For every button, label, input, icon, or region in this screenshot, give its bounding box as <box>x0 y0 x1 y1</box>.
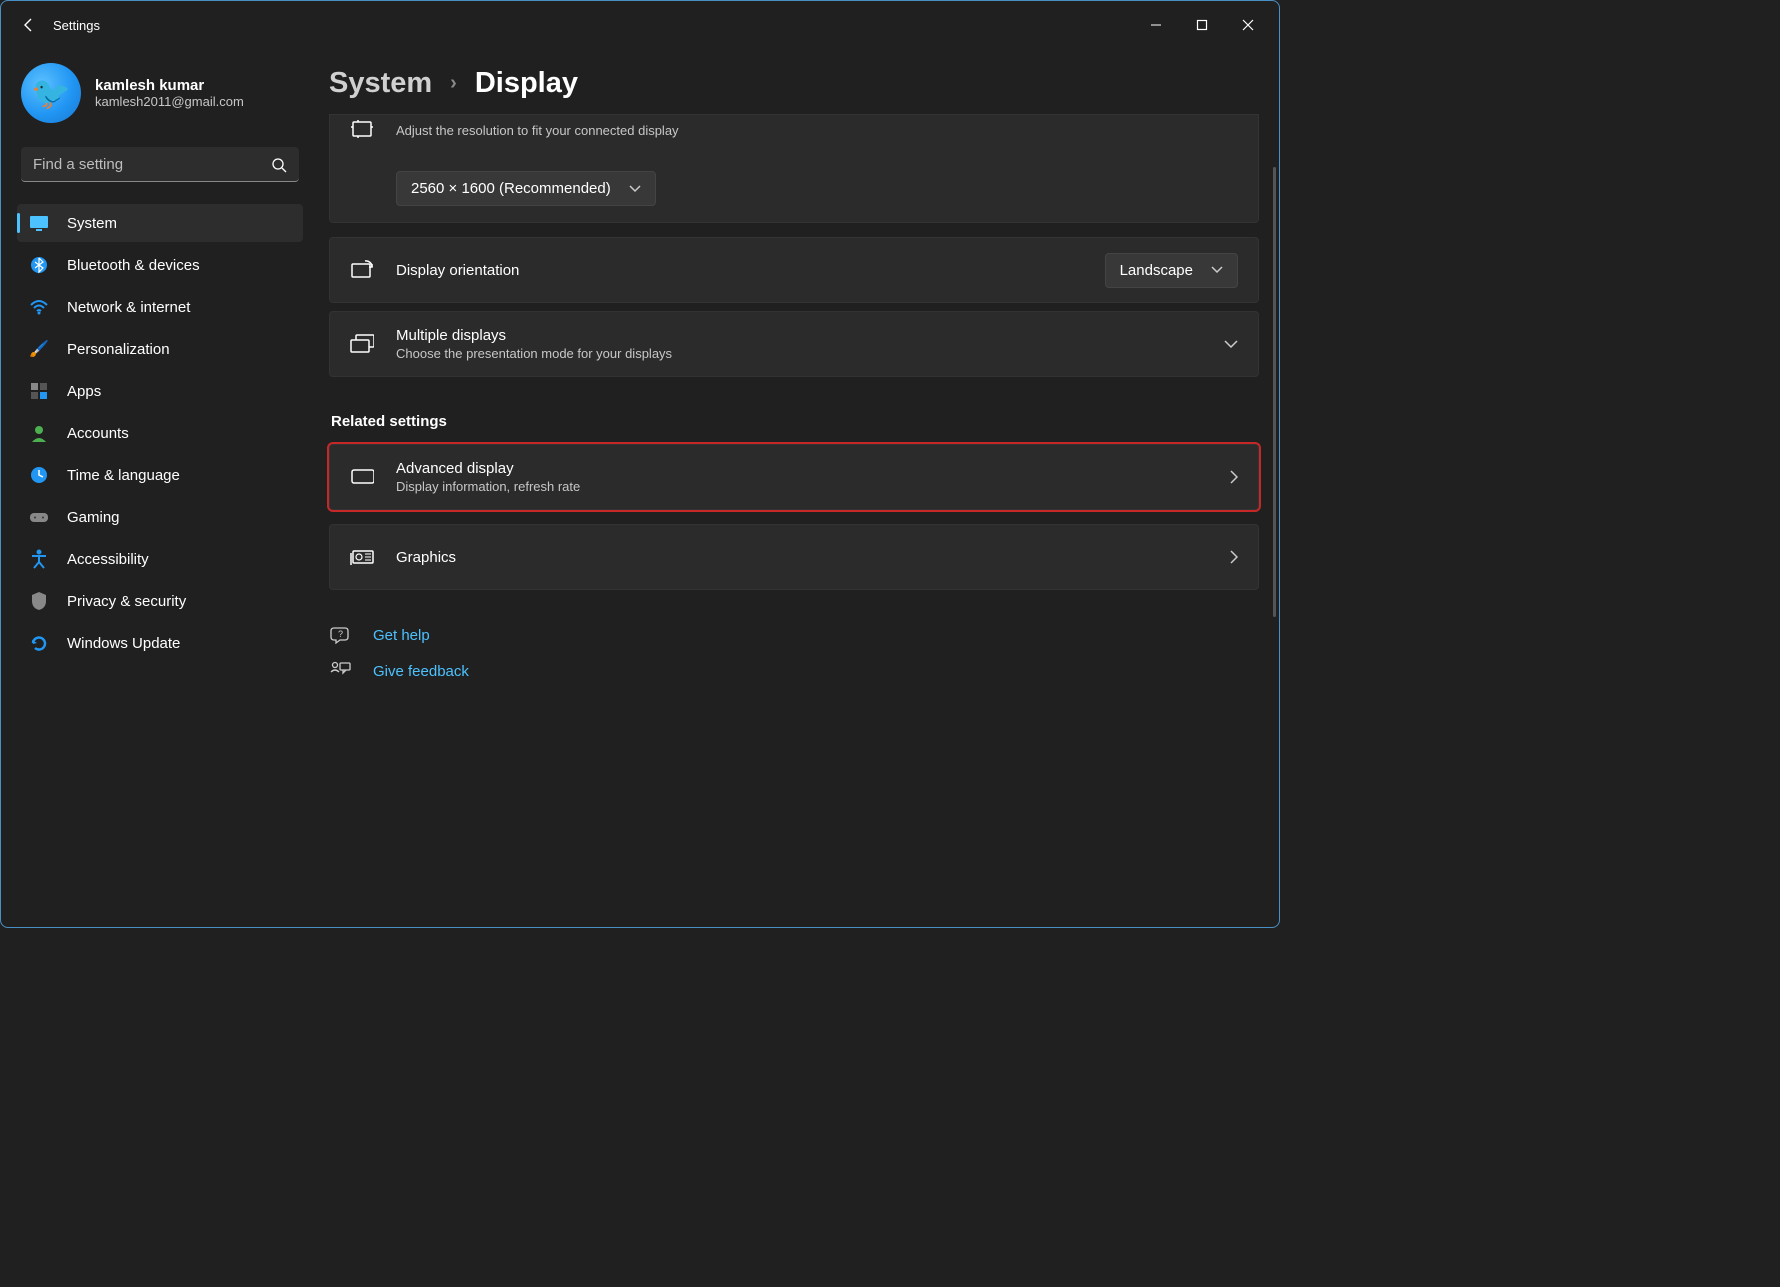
window-controls <box>1133 9 1271 41</box>
chevron-right-icon <box>1230 550 1238 564</box>
sidebar-item-label: Gaming <box>67 509 120 526</box>
sidebar-item-label: Privacy & security <box>67 593 186 610</box>
chevron-right-icon: › <box>450 72 457 95</box>
card-orientation[interactable]: Display orientation Landscape <box>329 237 1259 303</box>
card-advanced-display[interactable]: Advanced display Display information, re… <box>329 444 1259 510</box>
sidebar-item-label: Apps <box>67 383 101 400</box>
nav: System Bluetooth & devices Network & int… <box>17 204 303 662</box>
sidebar-item-label: Accounts <box>67 425 129 442</box>
resolution-icon <box>350 117 374 141</box>
sidebar-item-gaming[interactable]: Gaming <box>17 498 303 536</box>
footer-links: ? Get help Give feedback <box>329 624 1259 682</box>
sidebar-item-label: Windows Update <box>67 635 180 652</box>
sidebar-item-label: Accessibility <box>67 551 149 568</box>
help-icon: ? <box>329 624 351 646</box>
resolution-subtitle: Adjust the resolution to fit your connec… <box>396 123 1238 138</box>
card-multiple-displays[interactable]: Multiple displays Choose the presentatio… <box>329 311 1259 377</box>
sidebar-item-label: Personalization <box>67 341 170 358</box>
breadcrumb-parent[interactable]: System <box>329 67 432 100</box>
gpu-icon <box>350 545 374 569</box>
sidebar-item-bluetooth[interactable]: Bluetooth & devices <box>17 246 303 284</box>
sidebar-item-apps[interactable]: Apps <box>17 372 303 410</box>
accessibility-icon <box>29 549 49 569</box>
sidebar-item-accounts[interactable]: Accounts <box>17 414 303 452</box>
svg-text:?: ? <box>338 629 343 639</box>
sidebar: kamlesh kumar kamlesh2011@gmail.com Syst… <box>1 49 311 927</box>
display-icon <box>29 213 49 233</box>
sidebar-item-label: Time & language <box>67 467 180 484</box>
clock-icon <box>29 465 49 485</box>
scrollbar[interactable] <box>1273 167 1276 617</box>
multiple-subtitle: Choose the presentation mode for your di… <box>396 346 1202 361</box>
card-graphics[interactable]: Graphics <box>329 524 1259 590</box>
sidebar-item-privacy[interactable]: Privacy & security <box>17 582 303 620</box>
avatar <box>21 63 81 123</box>
profile-email: kamlesh2011@gmail.com <box>95 94 244 109</box>
orientation-title: Display orientation <box>396 262 1083 279</box>
give-feedback-link[interactable]: Give feedback <box>373 663 469 680</box>
multiple-displays-icon <box>350 332 374 356</box>
back-button[interactable] <box>9 5 49 45</box>
orientation-dropdown[interactable]: Landscape <box>1105 253 1238 288</box>
sidebar-item-label: Bluetooth & devices <box>67 257 200 274</box>
minimize-button[interactable] <box>1133 9 1179 41</box>
titlebar: Settings <box>1 1 1279 49</box>
related-settings-heading: Related settings <box>331 413 1259 430</box>
sidebar-item-label: System <box>67 215 117 232</box>
update-icon <box>29 633 49 653</box>
sidebar-item-label: Network & internet <box>67 299 190 316</box>
chevron-down-icon <box>1211 266 1223 274</box>
search-icon <box>271 157 287 173</box>
search-wrap <box>21 147 299 182</box>
breadcrumb: System › Display <box>329 67 1259 100</box>
graphics-title: Graphics <box>396 549 1208 566</box>
sidebar-item-system[interactable]: System <box>17 204 303 242</box>
chevron-down-icon <box>1224 340 1238 348</box>
orientation-value: Landscape <box>1120 262 1193 279</box>
advanced-subtitle: Display information, refresh rate <box>396 479 1208 494</box>
wifi-icon <box>29 297 49 317</box>
chevron-down-icon <box>629 185 641 193</box>
sidebar-item-update[interactable]: Windows Update <box>17 624 303 662</box>
multiple-title: Multiple displays <box>396 327 1202 344</box>
advanced-title: Advanced display <box>396 460 1208 477</box>
main-panel: System › Display Adjust the resolution t… <box>311 49 1279 927</box>
resolution-value: 2560 × 1600 (Recommended) <box>411 180 611 197</box>
window-title: Settings <box>53 18 100 33</box>
monitor-icon <box>350 465 374 489</box>
get-help-link[interactable]: Get help <box>373 627 430 644</box>
get-help-row: ? Get help <box>329 624 1259 646</box>
chevron-right-icon <box>1230 470 1238 484</box>
sidebar-item-accessibility[interactable]: Accessibility <box>17 540 303 578</box>
profile-name: kamlesh kumar <box>95 77 244 94</box>
bluetooth-icon <box>29 255 49 275</box>
search-input[interactable] <box>21 147 299 182</box>
profile-block[interactable]: kamlesh kumar kamlesh2011@gmail.com <box>17 59 303 141</box>
orientation-icon <box>350 258 374 282</box>
shield-icon <box>29 591 49 611</box>
resolution-dropdown[interactable]: 2560 × 1600 (Recommended) <box>396 171 656 206</box>
give-feedback-row: Give feedback <box>329 660 1259 682</box>
sidebar-item-network[interactable]: Network & internet <box>17 288 303 326</box>
card-resolution[interactable]: Adjust the resolution to fit your connec… <box>329 114 1259 223</box>
feedback-icon <box>329 660 351 682</box>
gamepad-icon <box>29 507 49 527</box>
breadcrumb-current: Display <box>475 67 578 100</box>
close-button[interactable] <box>1225 9 1271 41</box>
sidebar-item-personalization[interactable]: 🖌️ Personalization <box>17 330 303 368</box>
apps-icon <box>29 381 49 401</box>
sidebar-item-time[interactable]: Time & language <box>17 456 303 494</box>
maximize-button[interactable] <box>1179 9 1225 41</box>
brush-icon: 🖌️ <box>29 339 49 359</box>
person-icon <box>29 423 49 443</box>
